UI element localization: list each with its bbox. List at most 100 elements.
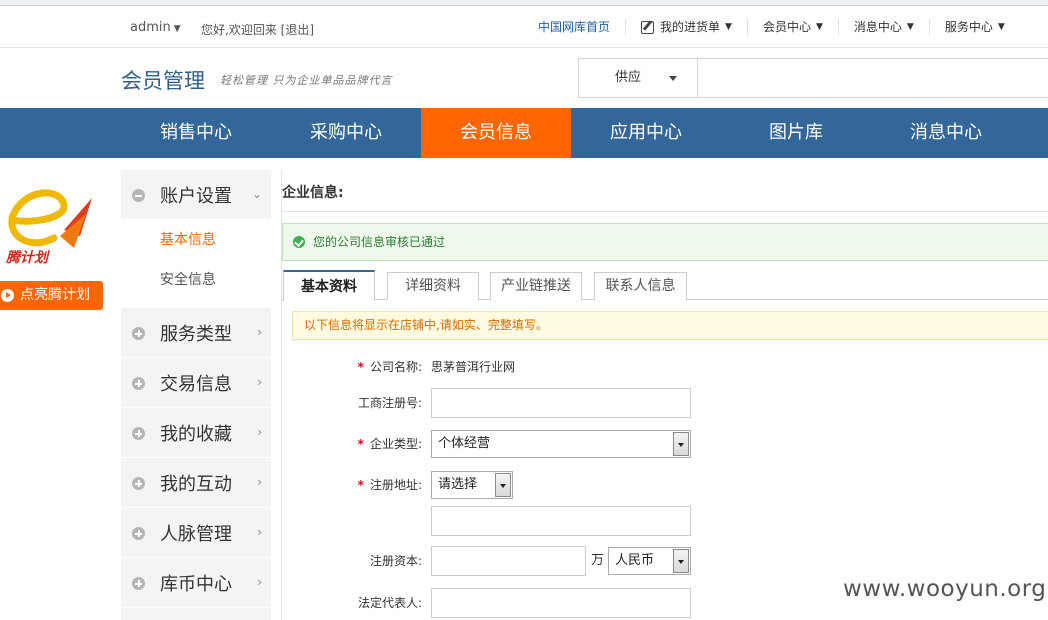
approval-notice: 您的公司信息审核已通过 — [282, 223, 1048, 261]
search-input[interactable] — [699, 59, 1048, 97]
company-name-label: * 公司名称: — [358, 352, 422, 382]
tab-contact-info[interactable]: 联系人信息 — [594, 272, 687, 300]
sidebar-item-label: 服务类型 — [160, 324, 232, 345]
reg-capital-row: 注册资本: 万 人民币 — [282, 546, 1048, 576]
purchase-orders-label: 我的进货单 — [660, 20, 721, 34]
chevron-down-icon: ▼ — [725, 22, 732, 32]
purchase-orders-menu[interactable]: 我的进货单 ▼ — [626, 19, 748, 35]
user-menu[interactable]: admin ▼ — [130, 20, 181, 35]
tab-basic-profile[interactable]: 基本资料 — [283, 270, 375, 301]
caret-down-icon — [669, 76, 677, 81]
reg-no-input[interactable] — [431, 388, 691, 418]
dropdown-arrow-icon — [673, 549, 689, 573]
member-center-menu[interactable]: 会员中心 ▼ — [748, 19, 839, 35]
expand-icon — [132, 427, 145, 440]
chevron-down-icon: ▼ — [815, 22, 823, 32]
reg-addr-row: * 注册地址: 请选择 — [282, 470, 1048, 540]
main-content: 企业信息: 您的公司信息审核已通过 基本资料 详细资料 产业链推送 联系人信息 … — [281, 170, 1048, 620]
sidebar-item-label: 库币中心 — [160, 574, 232, 595]
chevron-right-icon: › — [257, 425, 262, 439]
sidebar-item-label: 交易信息 — [160, 374, 232, 395]
chevron-right-icon: › — [257, 475, 262, 489]
sidebar-subitem-basic-info[interactable]: 基本信息 — [121, 220, 271, 260]
tab-app-center[interactable]: 应用中心 — [571, 108, 721, 158]
tab-detailed-profile[interactable]: 详细资料 — [387, 272, 479, 300]
promo-logo-text: 腾计划 — [5, 249, 51, 266]
required-mark: * — [357, 478, 364, 492]
company-name-value: 思茅普洱行业网 — [431, 360, 516, 374]
logout-link[interactable]: [退出] — [281, 23, 314, 37]
tab-purchase-center[interactable]: 采购中心 — [271, 108, 421, 158]
tab-member-info[interactable]: 会员信息 — [421, 108, 571, 158]
greeting-text: 您好,欢迎回来 [退出] — [201, 21, 314, 38]
chevron-down-icon: ▼ — [997, 22, 1005, 32]
play-icon — [1, 289, 14, 302]
chevron-down-icon: ▼ — [173, 24, 181, 34]
reg-addr-detail-input[interactable] — [431, 506, 691, 536]
tab-sales-center[interactable]: 销售中心 — [121, 108, 271, 158]
chevron-right-icon: › — [257, 325, 262, 339]
dropdown-arrow-icon — [673, 432, 689, 456]
sidebar-submenu: 基本信息 安全信息 — [121, 220, 271, 308]
search-type-value: 供应 — [615, 70, 642, 85]
collapse-icon — [132, 189, 145, 202]
search-type-select[interactable]: 供应 — [579, 59, 698, 97]
region-select[interactable]: 请选择 — [431, 471, 513, 499]
expand-icon — [132, 577, 145, 590]
service-center-menu[interactable]: 服务中心 ▼ — [930, 19, 1020, 35]
sidebar-subitem-security-info[interactable]: 安全信息 — [121, 260, 271, 300]
edit-icon — [641, 20, 655, 34]
greeting-label: 您好,欢迎回来 — [201, 23, 277, 37]
expand-icon — [132, 377, 145, 390]
slogan: 轻松管理 只为企业单品品牌代言 — [220, 74, 393, 87]
check-circle-icon — [293, 236, 305, 248]
top-user-bar: admin ▼ 您好,欢迎回来 [退出] 中国网库首页 我的进货单 ▼ 会员中心 ▼ … — [0, 6, 1048, 48]
tab-message-center[interactable]: 消息中心 — [871, 108, 1021, 158]
ent-type-label-text: 企业类型: — [369, 437, 422, 451]
promo-button[interactable]: 点亮腾计划 — [0, 281, 103, 310]
fill-notice: 以下信息将显示在店铺中,请如实、完整填写。 — [292, 311, 1048, 340]
expand-icon — [132, 477, 145, 490]
tab-industry-chain[interactable]: 产业链推送 — [490, 272, 582, 300]
site-header: 会员管理 轻松管理 只为企业单品品牌代言 供应 — [0, 48, 1048, 108]
company-name-row: * 公司名称: 思茅普洱行业网 — [282, 352, 1048, 382]
legal-rep-input[interactable] — [431, 588, 691, 618]
approval-notice-text: 您的公司信息审核已通过 — [313, 235, 446, 249]
sidebar-item-contacts[interactable]: 人脉管理 › — [121, 508, 271, 558]
message-center-label: 消息中心 — [853, 20, 902, 34]
capital-unit: 万 — [591, 553, 605, 568]
sidebar-item-account-settings[interactable]: 账户设置 ⌄ — [121, 170, 271, 220]
watermark: www.wooyun.org — [843, 576, 1047, 602]
chevron-down-icon: ⌄ — [251, 187, 262, 201]
region-select-value: 请选择 — [438, 477, 478, 492]
chevron-right-icon: › — [257, 375, 262, 389]
reg-capital-input[interactable] — [431, 546, 586, 576]
reg-capital-label: 注册资本: — [369, 554, 422, 568]
reg-addr-label-text: 注册地址: — [369, 478, 422, 492]
required-mark: * — [357, 360, 364, 374]
divider — [281, 211, 1048, 212]
currency-value: 人民币 — [615, 553, 655, 568]
sidebar-item-interactions[interactable]: 我的互动 › — [121, 458, 271, 508]
search-box: 供应 — [578, 58, 1048, 98]
tab-image-library[interactable]: 图片库 — [721, 108, 871, 158]
message-center-menu[interactable]: 消息中心 ▼ — [839, 19, 930, 35]
sidebar-item-service-type[interactable]: 服务类型 › — [121, 308, 271, 358]
ent-type-select[interactable]: 个体经营 — [431, 430, 691, 458]
username: admin — [130, 20, 171, 35]
expand-icon — [132, 527, 145, 540]
sidebar-item-favorites[interactable]: 我的收藏 › — [121, 408, 271, 458]
ent-type-label: * 企业类型: — [358, 429, 422, 459]
sidebar-item-coin-center[interactable]: 库币中心 › — [121, 558, 271, 608]
sidebar-item-trade-info[interactable]: 交易信息 › — [121, 358, 271, 408]
member-center-label: 会员中心 — [762, 20, 811, 34]
chevron-right-icon: › — [257, 575, 262, 589]
currency-select[interactable]: 人民币 — [608, 547, 691, 575]
expand-icon — [132, 327, 145, 340]
reg-no-row: 工商注册号: — [282, 388, 1048, 418]
service-center-label: 服务中心 — [944, 20, 993, 34]
home-link[interactable]: 中国网库首页 — [530, 19, 627, 35]
page-title: 会员管理 — [121, 69, 205, 93]
sidebar: 账户设置 ⌄ 基本信息 安全信息 服务类型 › 交易信息 › 我的收藏 › 我的互动 ›… — [121, 170, 271, 620]
dropdown-arrow-icon — [495, 473, 511, 497]
